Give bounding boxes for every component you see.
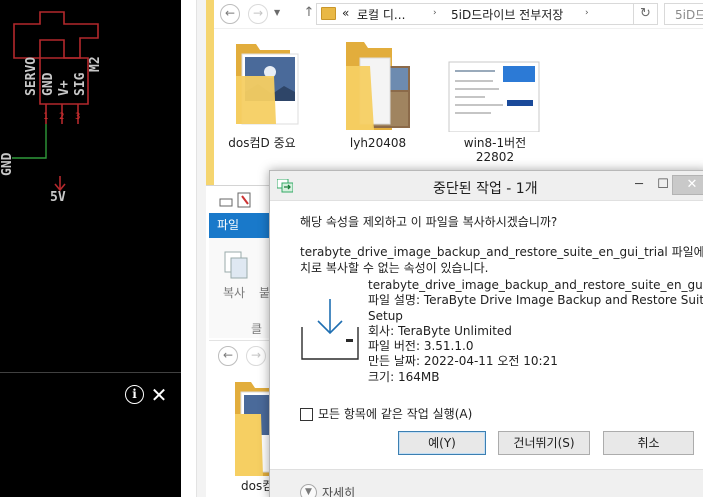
ribbon: 복사 붙 클 — [209, 238, 271, 338]
dialog-question: 해당 속성을 제외하고 이 파일을 복사하시겠습니까? — [300, 215, 558, 229]
file-item[interactable]: win8-1버전 22802 — [447, 36, 543, 164]
close-icon[interactable]: ✕ — [149, 385, 169, 405]
pin-number-2: 2 — [59, 112, 65, 122]
file-date-created: 만든 날짜: 2022-04-11 오전 10:21 — [368, 354, 558, 369]
folder-item[interactable]: dos컴D 중요 — [214, 36, 310, 150]
net-label-gnd: GND — [0, 152, 15, 176]
pin-label-m2: M2 — [88, 56, 103, 72]
pin-label-sig: SIG — [73, 72, 88, 96]
quick-access-icons — [219, 192, 251, 208]
dialog-message-line2: 치로 복사할 수 없는 속성이 있습니다. — [300, 261, 489, 275]
pin-number-1: 1 — [43, 112, 49, 122]
tab-file[interactable]: 파일 — [209, 213, 271, 238]
address-toolbar: ← → ▼ ↑ « 로컬 디... › 5iD드라이브 전부저장 › ⌄ ↻ 5… — [214, 0, 703, 29]
close-button[interactable]: ✕ — [672, 175, 703, 195]
folder-name: dos컴D 중요 — [228, 136, 296, 150]
search-input[interactable]: 5iD드라 — [664, 3, 703, 25]
pin-label-gnd: GND — [41, 72, 56, 96]
forward-button[interactable]: → — [246, 346, 266, 366]
folder-item[interactable]: lyh20408 — [330, 36, 426, 150]
window-edge — [196, 0, 206, 497]
breadcrumb-separator[interactable]: › — [585, 8, 589, 18]
pin-label-vplus: V+ — [57, 80, 72, 96]
copy-progress-icon — [277, 179, 293, 193]
image-thumbnail-icon — [448, 61, 540, 133]
forward-button[interactable]: → — [248, 4, 268, 24]
folder-thumbnail-icon — [346, 42, 410, 130]
chevron-down-icon[interactable]: ▼ — [300, 484, 317, 497]
file-name: win8-1버전 22802 — [463, 136, 527, 164]
dialog-title: 중단된 작업 - 1개 — [433, 181, 538, 197]
file-list-2: dos컴 — [209, 372, 278, 497]
ribbon-group-label: 클 — [251, 322, 263, 336]
copy-icon — [224, 251, 248, 279]
address-bar[interactable]: « 로컬 디... › 5iD드라이브 전부저장 › ⌄ — [316, 3, 634, 25]
file-info: terabyte_drive_image_backup_and_restore_… — [368, 278, 703, 385]
yes-button[interactable]: 예(Y) — [398, 431, 486, 455]
breadcrumb-local-disk[interactable]: 로컬 디... — [357, 6, 405, 23]
breadcrumb-current-folder[interactable]: 5iD드라이브 전부저장 — [451, 6, 563, 23]
back-button[interactable]: ← — [218, 346, 238, 366]
details-toggle[interactable]: 자세히 — [322, 484, 355, 497]
pin-number-3: 3 — [75, 112, 81, 122]
file-description: 파일 설명: TeraByte Drive Image Backup and R… — [368, 293, 703, 308]
recent-locations-dropdown-icon[interactable]: ▼ — [274, 8, 280, 17]
breadcrumb-overflow[interactable]: « — [342, 6, 349, 20]
interrupted-action-dialog: 중단된 작업 - 1개 ─ ☐ ✕ 해당 속성을 제외하고 이 파일을 복사하시… — [269, 170, 703, 497]
apply-to-all-label[interactable]: 모든 항목에 같은 작업 실행(A) — [318, 406, 472, 422]
quick-access-toolbar — [214, 186, 274, 212]
cancel-button[interactable]: 취소 — [603, 431, 694, 455]
refresh-icon[interactable]: ↻ — [634, 3, 658, 25]
file-company: 회사: TeraByte Unlimited — [368, 323, 512, 338]
address-toolbar-2: ← → — [209, 340, 271, 372]
dialog-message-line1: terabyte_drive_image_backup_and_restore_… — [300, 245, 703, 259]
file-size: 크기: 164MB — [368, 369, 440, 384]
dialog-footer: ▼ 자세히 — [270, 469, 703, 497]
video-overlay: i ✕ — [0, 372, 181, 497]
apply-to-all-checkbox[interactable] — [300, 408, 313, 421]
back-button[interactable]: ← — [220, 4, 240, 24]
schematic-canvas[interactable]: SERVO GND V+ SIG M2 1 2 3 GND 5V — [0, 0, 181, 372]
pin-label-servo: SERVO — [24, 56, 39, 96]
folder-icon — [321, 7, 336, 20]
file-download-icon — [301, 299, 359, 360]
folder-name: lyh20408 — [349, 136, 407, 150]
up-button[interactable]: ↑ — [302, 6, 316, 22]
folder-thumbnail-icon — [236, 44, 299, 125]
skip-button[interactable]: 건너뛰기(S) — [498, 431, 590, 455]
dialog-titlebar[interactable]: 중단된 작업 - 1개 ─ ☐ ✕ — [270, 171, 703, 201]
minimize-icon[interactable]: ─ — [628, 175, 650, 195]
breadcrumb-separator[interactable]: › — [433, 8, 437, 18]
copy-button[interactable]: 복사 — [223, 284, 245, 301]
file-description-cont: Setup — [368, 308, 403, 323]
info-icon[interactable]: i — [125, 385, 144, 404]
net-label-5v: 5V — [50, 190, 66, 205]
maximize-icon[interactable]: ☐ — [652, 175, 674, 195]
file-name: terabyte_drive_image_backup_and_restore_… — [368, 278, 703, 292]
file-version: 파일 버전: 3.51.1.0 — [368, 339, 474, 354]
